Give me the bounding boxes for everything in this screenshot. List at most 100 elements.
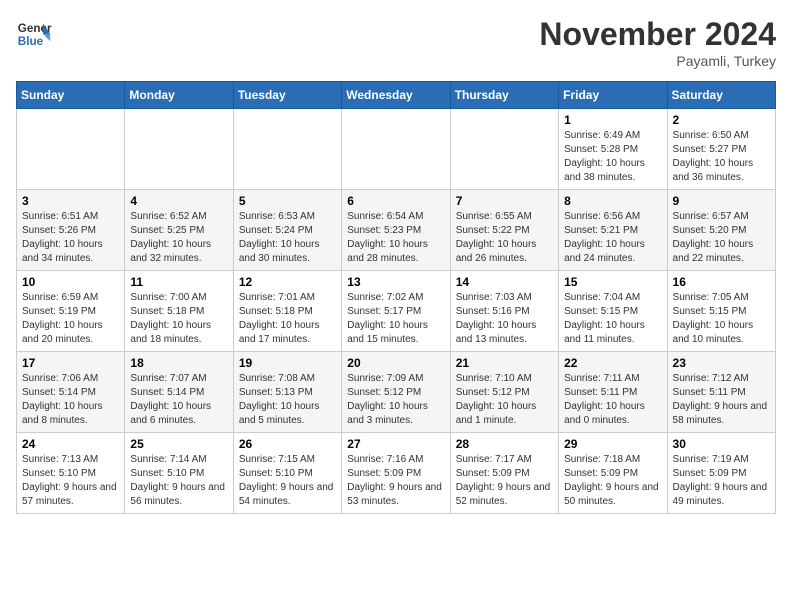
weekday-header-wednesday: Wednesday [342,82,450,109]
day-detail: Sunrise: 7:19 AMSunset: 5:09 PMDaylight:… [673,453,770,509]
day-detail: Sunrise: 6:53 AMSunset: 5:24 PMDaylight:… [239,210,336,266]
day-detail: Sunrise: 7:08 AMSunset: 5:13 PMDaylight:… [239,372,336,428]
weekday-header-thursday: Thursday [450,82,558,109]
day-cell: 19 Sunrise: 7:08 AMSunset: 5:13 PMDaylig… [233,352,341,433]
day-cell: 16 Sunrise: 7:05 AMSunset: 5:15 PMDaylig… [667,271,775,352]
day-cell: 14 Sunrise: 7:03 AMSunset: 5:16 PMDaylig… [450,271,558,352]
day-detail: Sunrise: 7:04 AMSunset: 5:15 PMDaylight:… [564,291,661,347]
day-cell: 2 Sunrise: 6:50 AMSunset: 5:27 PMDayligh… [667,109,775,190]
weekday-header-sunday: Sunday [17,82,125,109]
day-cell: 10 Sunrise: 6:59 AMSunset: 5:19 PMDaylig… [17,271,125,352]
day-number: 28 [456,437,553,451]
day-cell: 5 Sunrise: 6:53 AMSunset: 5:24 PMDayligh… [233,190,341,271]
day-detail: Sunrise: 7:14 AMSunset: 5:10 PMDaylight:… [130,453,227,509]
weekday-header-saturday: Saturday [667,82,775,109]
week-row-4: 17 Sunrise: 7:06 AMSunset: 5:14 PMDaylig… [17,352,776,433]
day-detail: Sunrise: 7:09 AMSunset: 5:12 PMDaylight:… [347,372,444,428]
page-header: General Blue November 2024 Payamli, Turk… [16,16,776,69]
day-cell: 28 Sunrise: 7:17 AMSunset: 5:09 PMDaylig… [450,433,558,514]
day-number: 2 [673,113,770,127]
day-number: 12 [239,275,336,289]
day-detail: Sunrise: 7:02 AMSunset: 5:17 PMDaylight:… [347,291,444,347]
day-number: 19 [239,356,336,370]
calendar-table: SundayMondayTuesdayWednesdayThursdayFrid… [16,81,776,514]
weekday-header-friday: Friday [559,82,667,109]
day-detail: Sunrise: 6:56 AMSunset: 5:21 PMDaylight:… [564,210,661,266]
day-number: 29 [564,437,661,451]
week-row-3: 10 Sunrise: 6:59 AMSunset: 5:19 PMDaylig… [17,271,776,352]
day-cell: 20 Sunrise: 7:09 AMSunset: 5:12 PMDaylig… [342,352,450,433]
weekday-header-tuesday: Tuesday [233,82,341,109]
day-cell: 3 Sunrise: 6:51 AMSunset: 5:26 PMDayligh… [17,190,125,271]
day-number: 27 [347,437,444,451]
day-detail: Sunrise: 7:10 AMSunset: 5:12 PMDaylight:… [456,372,553,428]
day-cell: 26 Sunrise: 7:15 AMSunset: 5:10 PMDaylig… [233,433,341,514]
day-number: 10 [22,275,119,289]
day-cell: 8 Sunrise: 6:56 AMSunset: 5:21 PMDayligh… [559,190,667,271]
day-number: 8 [564,194,661,208]
day-detail: Sunrise: 6:50 AMSunset: 5:27 PMDaylight:… [673,129,770,185]
day-cell [125,109,233,190]
day-detail: Sunrise: 7:12 AMSunset: 5:11 PMDaylight:… [673,372,770,428]
logo-icon: General Blue [16,16,52,52]
day-cell: 12 Sunrise: 7:01 AMSunset: 5:18 PMDaylig… [233,271,341,352]
day-cell [342,109,450,190]
day-detail: Sunrise: 7:01 AMSunset: 5:18 PMDaylight:… [239,291,336,347]
day-number: 23 [673,356,770,370]
day-cell: 18 Sunrise: 7:07 AMSunset: 5:14 PMDaylig… [125,352,233,433]
day-detail: Sunrise: 6:52 AMSunset: 5:25 PMDaylight:… [130,210,227,266]
day-cell: 7 Sunrise: 6:55 AMSunset: 5:22 PMDayligh… [450,190,558,271]
day-cell: 15 Sunrise: 7:04 AMSunset: 5:15 PMDaylig… [559,271,667,352]
day-cell: 25 Sunrise: 7:14 AMSunset: 5:10 PMDaylig… [125,433,233,514]
day-number: 4 [130,194,227,208]
day-detail: Sunrise: 7:05 AMSunset: 5:15 PMDaylight:… [673,291,770,347]
day-cell: 11 Sunrise: 7:00 AMSunset: 5:18 PMDaylig… [125,271,233,352]
day-cell [233,109,341,190]
week-row-1: 1 Sunrise: 6:49 AMSunset: 5:28 PMDayligh… [17,109,776,190]
day-cell: 27 Sunrise: 7:16 AMSunset: 5:09 PMDaylig… [342,433,450,514]
day-number: 15 [564,275,661,289]
day-number: 22 [564,356,661,370]
day-detail: Sunrise: 7:06 AMSunset: 5:14 PMDaylight:… [22,372,119,428]
day-number: 3 [22,194,119,208]
day-detail: Sunrise: 6:59 AMSunset: 5:19 PMDaylight:… [22,291,119,347]
day-number: 11 [130,275,227,289]
day-number: 21 [456,356,553,370]
day-detail: Sunrise: 7:00 AMSunset: 5:18 PMDaylight:… [130,291,227,347]
day-number: 30 [673,437,770,451]
day-number: 17 [22,356,119,370]
day-number: 14 [456,275,553,289]
day-cell: 6 Sunrise: 6:54 AMSunset: 5:23 PMDayligh… [342,190,450,271]
month-title: November 2024 [539,16,776,53]
day-cell: 13 Sunrise: 7:02 AMSunset: 5:17 PMDaylig… [342,271,450,352]
weekday-header-monday: Monday [125,82,233,109]
day-cell: 21 Sunrise: 7:10 AMSunset: 5:12 PMDaylig… [450,352,558,433]
day-number: 18 [130,356,227,370]
header-row: SundayMondayTuesdayWednesdayThursdayFrid… [17,82,776,109]
day-detail: Sunrise: 7:13 AMSunset: 5:10 PMDaylight:… [22,453,119,509]
day-detail: Sunrise: 7:15 AMSunset: 5:10 PMDaylight:… [239,453,336,509]
day-detail: Sunrise: 6:55 AMSunset: 5:22 PMDaylight:… [456,210,553,266]
day-number: 9 [673,194,770,208]
logo: General Blue [16,16,52,52]
day-number: 20 [347,356,444,370]
day-cell: 22 Sunrise: 7:11 AMSunset: 5:11 PMDaylig… [559,352,667,433]
day-cell: 23 Sunrise: 7:12 AMSunset: 5:11 PMDaylig… [667,352,775,433]
day-number: 16 [673,275,770,289]
day-number: 13 [347,275,444,289]
day-cell [450,109,558,190]
day-cell: 9 Sunrise: 6:57 AMSunset: 5:20 PMDayligh… [667,190,775,271]
day-number: 25 [130,437,227,451]
day-number: 6 [347,194,444,208]
week-row-2: 3 Sunrise: 6:51 AMSunset: 5:26 PMDayligh… [17,190,776,271]
day-cell: 4 Sunrise: 6:52 AMSunset: 5:25 PMDayligh… [125,190,233,271]
day-detail: Sunrise: 6:51 AMSunset: 5:26 PMDaylight:… [22,210,119,266]
day-cell: 29 Sunrise: 7:18 AMSunset: 5:09 PMDaylig… [559,433,667,514]
day-cell: 24 Sunrise: 7:13 AMSunset: 5:10 PMDaylig… [17,433,125,514]
day-number: 5 [239,194,336,208]
location: Payamli, Turkey [539,53,776,69]
day-detail: Sunrise: 6:49 AMSunset: 5:28 PMDaylight:… [564,129,661,185]
day-detail: Sunrise: 7:03 AMSunset: 5:16 PMDaylight:… [456,291,553,347]
day-number: 24 [22,437,119,451]
day-detail: Sunrise: 6:54 AMSunset: 5:23 PMDaylight:… [347,210,444,266]
